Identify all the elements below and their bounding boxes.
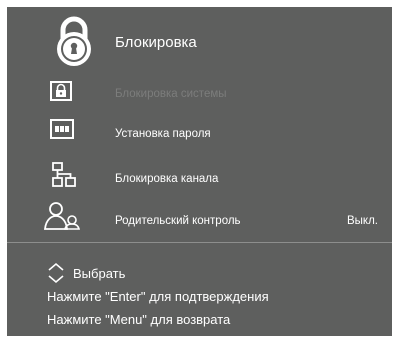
password-field-icon [50,119,74,139]
channel-tree-icon [52,162,76,187]
menu-item-system-lock[interactable]: Блокировка системы [7,77,392,117]
menu-item-password-setup[interactable]: Установка пароля [7,117,392,157]
select-hint: Выбрать [73,266,126,281]
menu-item-channel-lock[interactable]: Блокировка канала [7,159,392,199]
divider [7,242,392,243]
parent-child-icon [44,202,80,230]
up-down-arrows-icon [48,262,64,284]
enter-hint: Нажмите "Enter" для подтверждения [47,289,269,304]
menu-label-parental-control: Родительский контроль [115,215,241,227]
parental-control-value: Выкл. [346,215,378,227]
menu-header: Блокировка [7,7,392,79]
padlock-icon [57,16,91,66]
menu-label-system-lock: Блокировка системы [115,88,227,100]
menu-item-parental-control[interactable]: Родительский контроль Выкл. [7,201,392,241]
menu-label-password-setup: Установка пароля [115,128,211,140]
lock-menu-screen: Блокировка Блокировка системы Установка … [7,7,392,336]
menu-hint: Нажмите "Menu" для возврата [47,312,231,327]
menu-label-channel-lock: Блокировка канала [115,173,219,185]
lock-box-icon [50,81,72,101]
page-title: Блокировка [115,34,197,51]
